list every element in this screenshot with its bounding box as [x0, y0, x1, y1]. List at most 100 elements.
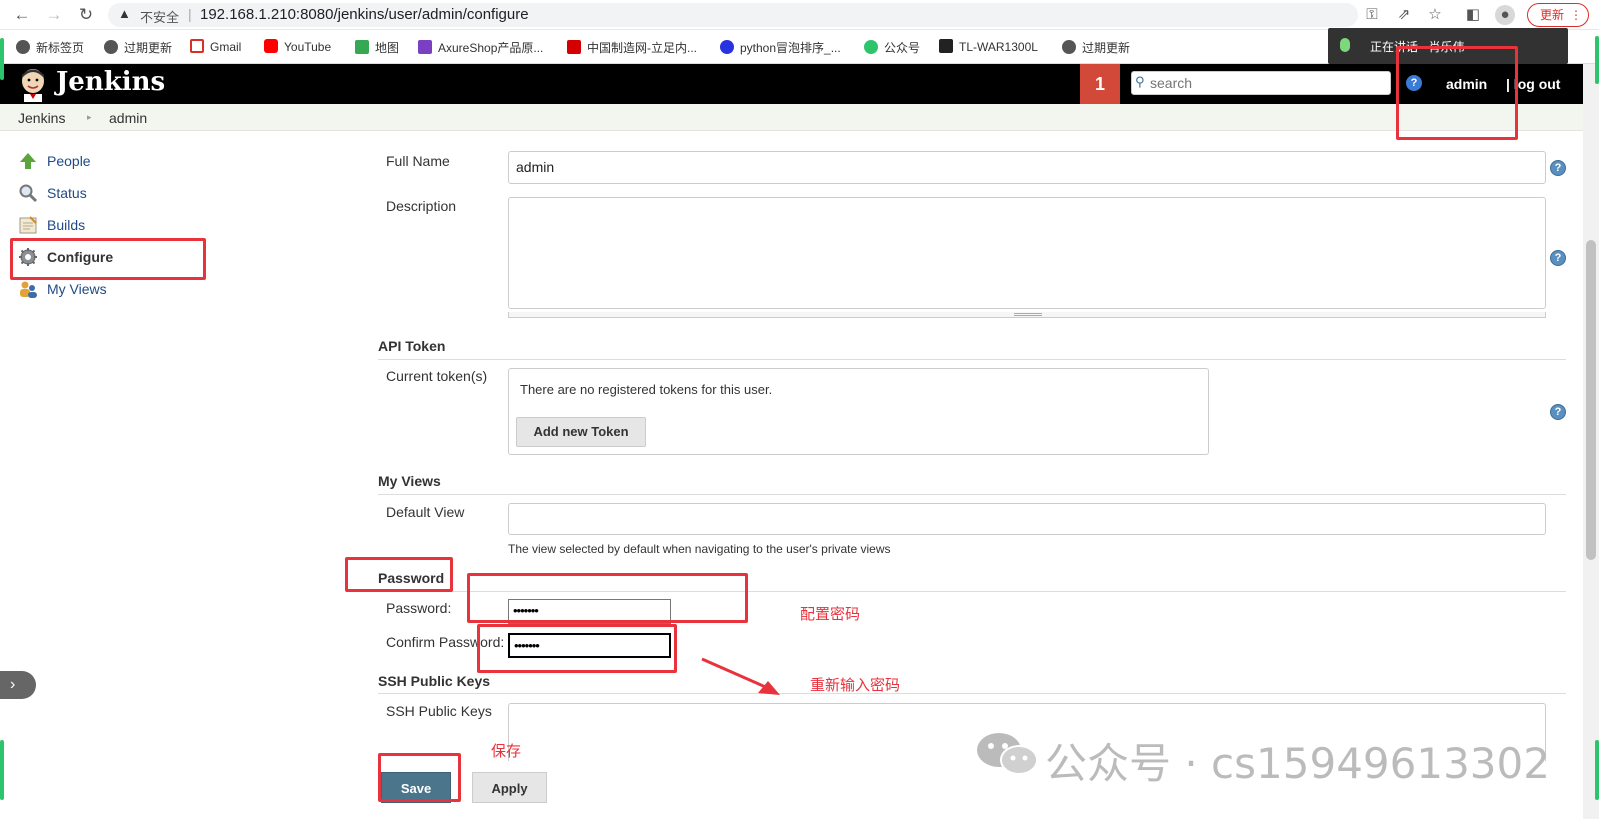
default-view-label: Default View: [386, 504, 465, 520]
url-text[interactable]: 192.168.1.210:8080/jenkins/user/admin/co…: [200, 6, 529, 23]
annotation-arrow-icon: [701, 657, 780, 695]
bookmark-item[interactable]: AxureShop产品原...: [418, 39, 543, 57]
edge-indicator: [0, 740, 4, 800]
scrollbar-thumb[interactable]: [1586, 240, 1596, 560]
no-tokens-message: There are no registered tokens for this …: [520, 382, 773, 397]
forward-icon[interactable]: →: [44, 5, 64, 25]
bookmark-item[interactable]: TL-WAR1300L: [939, 39, 1038, 57]
breadcrumb-admin[interactable]: admin: [109, 110, 147, 126]
users-icon: [20, 281, 37, 298]
sidebar-item-label: Status: [47, 185, 87, 201]
apply-button[interactable]: Apply: [472, 772, 547, 803]
breadcrumb-separator-icon: ▸: [87, 112, 92, 122]
up-arrow-icon: [20, 153, 36, 169]
bookmark-item[interactable]: 过期更新: [104, 39, 172, 57]
bookmark-label: 中国制造网-立足内...: [587, 41, 697, 55]
bookmark-label: python冒泡排序_...: [740, 41, 841, 55]
bookmark-label: 过期更新: [1082, 41, 1131, 55]
textarea-resize-handle[interactable]: [508, 312, 1546, 318]
bookmark-label: 新标签页: [36, 41, 85, 55]
sidebar-collapse-button[interactable]: ›: [0, 671, 36, 699]
search-input[interactable]: [1150, 74, 1385, 92]
default-view-input[interactable]: [508, 503, 1546, 535]
star-icon[interactable]: ☆: [1425, 5, 1445, 25]
insecure-label: 不安全: [140, 10, 180, 25]
scrollbar[interactable]: [1583, 64, 1599, 819]
description-textarea[interactable]: [508, 197, 1546, 309]
bookmark-item[interactable]: 地图: [355, 39, 399, 57]
side-panel-icon[interactable]: ◧: [1463, 5, 1483, 25]
update-button[interactable]: 更新 ⋮: [1527, 3, 1589, 27]
share-icon[interactable]: ⇗: [1394, 5, 1414, 25]
sidebar-item-label: My Views: [47, 281, 107, 297]
globe-icon: [104, 40, 118, 54]
chevron-right-icon: ›: [10, 676, 16, 693]
watermark-label: 公众号 · cs15949613302: [1045, 739, 1550, 788]
update-label: 更新: [1540, 8, 1565, 22]
address-bar[interactable]: ▲ 不安全 | 192.168.1.210:8080/jenkins/user/…: [108, 3, 1358, 27]
notification-badge[interactable]: 1: [1080, 64, 1120, 104]
bookmark-label: 地图: [375, 41, 400, 55]
annotation-save: 保存: [491, 743, 522, 760]
token-panel: There are no registered tokens for this …: [508, 368, 1209, 455]
search-box[interactable]: ⚲: [1131, 71, 1391, 95]
edge-indicator: [1595, 740, 1599, 800]
wechat-icon: [864, 40, 878, 54]
bookmark-item[interactable]: python冒泡排序_...: [720, 39, 841, 57]
bookmark-label: AxureShop产品原...: [438, 41, 544, 55]
help-icon[interactable]: ?: [1550, 160, 1566, 176]
reload-icon[interactable]: ↻: [76, 5, 96, 25]
maps-icon: [355, 40, 369, 54]
bookmark-label: YouTube: [284, 40, 332, 54]
annotation-box-admin: [1396, 46, 1518, 140]
bookmark-item[interactable]: 公众号: [864, 39, 920, 57]
bookmark-item[interactable]: 中国制造网-立足内...: [567, 39, 697, 57]
bookmark-item[interactable]: 新标签页: [16, 39, 84, 57]
annotation-box-confirm-password: [477, 624, 677, 673]
url-separator: |: [188, 6, 192, 22]
bookmark-item[interactable]: YouTube: [264, 39, 331, 57]
section-divider: [378, 494, 1566, 495]
password-label: Password:: [386, 600, 452, 616]
back-icon[interactable]: ←: [12, 5, 32, 25]
annotation-box-save: [378, 753, 461, 802]
breadcrumb-jenkins[interactable]: Jenkins: [18, 110, 65, 126]
section-divider: [378, 693, 1566, 694]
gmail-icon: [190, 39, 204, 53]
jenkins-logo-icon[interactable]: [18, 68, 48, 102]
my-views-heading: My Views: [378, 473, 441, 489]
globe-icon: [1062, 40, 1076, 54]
help-icon[interactable]: ?: [1550, 250, 1566, 266]
warning-icon: ▲: [118, 6, 131, 21]
wechat-logo-icon: [975, 730, 1045, 788]
jenkins-title[interactable]: Jenkins: [56, 67, 165, 97]
full-name-input[interactable]: admin: [508, 151, 1546, 184]
baidu-icon: [720, 40, 734, 54]
youtube-icon: [264, 39, 278, 53]
ssh-keys-label: SSH Public Keys: [386, 703, 492, 719]
bookmark-item[interactable]: 过期更新: [1062, 39, 1130, 57]
axure-icon: [418, 40, 432, 54]
edge-indicator: [1595, 36, 1599, 84]
description-label: Description: [386, 198, 457, 214]
bookmark-label: 公众号: [884, 41, 921, 55]
annotation-box-configure: [10, 238, 206, 280]
browser-toolbar: ← → ↻ ▲ 不安全 | 192.168.1.210:8080/jenkins…: [0, 0, 1599, 30]
profile-icon[interactable]: ●: [1495, 5, 1515, 25]
ssh-keys-heading: SSH Public Keys: [378, 673, 491, 689]
api-token-heading: API Token: [378, 338, 446, 354]
sidebar-item-label: People: [47, 153, 91, 169]
add-token-button[interactable]: Add new Token: [516, 417, 646, 447]
search-icon: ⚲: [1135, 74, 1145, 89]
bookmark-label: TL-WAR1300L: [959, 40, 1038, 54]
bookmark-item[interactable]: Gmail: [190, 39, 241, 57]
globe-icon: [16, 40, 30, 54]
edge-indicator: [0, 38, 4, 80]
key-icon[interactable]: ⚿: [1362, 5, 1382, 25]
watermark-text: 公众号 · cs15949613302: [975, 730, 1550, 791]
current-tokens-label: Current token(s): [386, 368, 488, 384]
annotation-configure-password: 配置密码: [800, 606, 861, 623]
help-icon[interactable]: ?: [1550, 404, 1566, 420]
breadcrumb: Jenkins ▸ admin: [0, 104, 1583, 131]
section-divider: [378, 359, 1566, 360]
